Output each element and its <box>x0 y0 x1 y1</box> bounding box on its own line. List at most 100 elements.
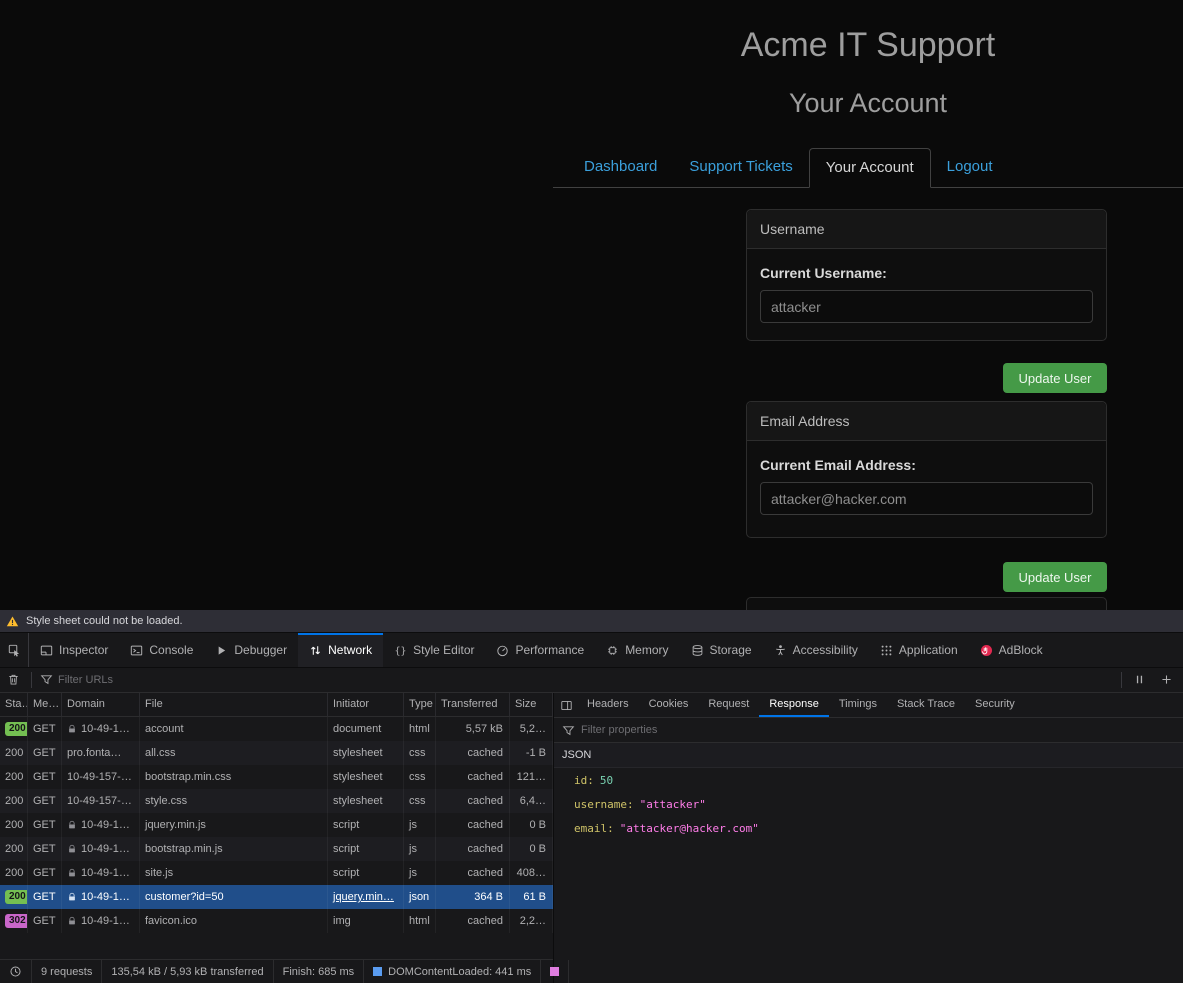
column-header-size[interactable]: Size <box>510 693 553 716</box>
site-tab-dashboard[interactable]: Dashboard <box>568 148 673 187</box>
domain-cell: 10-49-1… <box>62 909 140 933</box>
devtools-tab-application[interactable]: Application <box>869 633 969 667</box>
domain-text: 10-49-1… <box>81 915 130 927</box>
column-header-domain[interactable]: Domain <box>62 693 140 716</box>
screen: Acme IT Support Your Account Dashboard Su… <box>0 0 1183 983</box>
size-cell: 5,2… <box>510 717 553 741</box>
filter-urls-input[interactable]: Filter URLs <box>58 674 113 686</box>
devtools-tab-label: Memory <box>625 643 669 657</box>
username-input[interactable] <box>760 290 1093 323</box>
type-cell: html <box>404 717 436 741</box>
lock-icon <box>67 868 77 878</box>
console-icon <box>130 644 143 657</box>
site-tab-logout[interactable]: Logout <box>931 148 1009 187</box>
type-cell: css <box>404 741 436 765</box>
json-property: email: "attacker@hacker.com" <box>554 816 1183 840</box>
element-picker-button[interactable] <box>0 633 29 667</box>
initiator-text[interactable]: jquery.min… <box>333 891 394 903</box>
split-pane-icon[interactable] <box>560 699 573 712</box>
size-cell: 408… <box>510 861 553 885</box>
clear-requests-button[interactable] <box>0 673 27 686</box>
table-row[interactable]: 200 GET 10-49-1… account document html 5,57 kB… <box>0 717 553 741</box>
domain-cell: 10-49-1… <box>62 813 140 837</box>
memory-icon <box>606 644 619 657</box>
type-cell: html <box>404 909 436 933</box>
site-tab-your-account[interactable]: Your Account <box>808 148 931 188</box>
details-tab-response[interactable]: Response <box>759 693 829 717</box>
column-header-type[interactable]: Type <box>404 693 436 716</box>
column-header-me[interactable]: Me… <box>28 693 62 716</box>
json-value: "attacker@hacker.com" <box>619 821 759 835</box>
transferred-cell: cached <box>436 741 510 765</box>
table-row[interactable]: 200 GET 10-49-1… customer?id=50 jquery.min… j… <box>0 885 553 909</box>
devtools-tab-memory[interactable]: Memory <box>595 633 679 667</box>
details-tab-security[interactable]: Security <box>965 693 1025 717</box>
details-tab-cookies[interactable]: Cookies <box>639 693 699 717</box>
devtools-tab-label: AdBlock <box>998 643 1043 657</box>
svg-text:{}: {} <box>395 645 407 656</box>
devtools-tab-debugger[interactable]: Debugger <box>204 633 298 667</box>
table-row[interactable]: 302 GET 10-49-1… favicon.ico img html cached 2,… <box>0 909 553 933</box>
details-tab-timings[interactable]: Timings <box>829 693 887 717</box>
column-header-file[interactable]: File <box>140 693 328 716</box>
username-panel: Username Current Username: <box>746 209 1107 341</box>
column-header-initiator[interactable]: Initiator <box>328 693 404 716</box>
table-row[interactable]: 200 GET 10-49-157-… style.css stylesheet css c… <box>0 789 553 813</box>
transferred-cell: cached <box>436 837 510 861</box>
domain-cell: 10-49-157-… <box>62 765 140 789</box>
site-tab-support-tickets[interactable]: Support Tickets <box>673 148 808 187</box>
domain-text: 10-49-157-… <box>67 795 132 807</box>
domain-text: 10-49-1… <box>81 819 130 831</box>
json-section-header[interactable]: JSON <box>554 743 1183 768</box>
details-tab-headers[interactable]: Headers <box>577 693 639 717</box>
lock-icon <box>67 844 77 854</box>
size-cell: 2,2… <box>510 909 553 933</box>
table-row[interactable]: 200 GET 10-49-1… jquery.min.js script js cache… <box>0 813 553 837</box>
devtools-tab-storage[interactable]: Storage <box>680 633 763 667</box>
domain-cell: 10-49-1… <box>62 885 140 909</box>
update-username-button[interactable]: Update User <box>1003 363 1107 393</box>
new-request-button[interactable] <box>1153 673 1183 686</box>
domain-cell: 10-49-157-… <box>62 789 140 813</box>
column-header-transferred[interactable]: Transferred <box>436 693 510 716</box>
request-table-header: Sta…Me…DomainFileInitiatorTypeTransferre… <box>0 693 553 717</box>
json-properties: id: 50 username: "attacker" email: "attacker@… <box>554 768 1183 840</box>
table-row[interactable]: 200 GET 10-49-1… bootstrap.min.js script js ca… <box>0 837 553 861</box>
table-row[interactable]: 200 GET 10-49-157-… bootstrap.min.css styles… <box>0 765 553 789</box>
details-tab-stack-trace[interactable]: Stack Trace <box>887 693 965 717</box>
type-cell: js <box>404 861 436 885</box>
status-cell: 200 <box>0 885 28 909</box>
picker-icon <box>8 644 21 657</box>
devtools-tab-accessibility[interactable]: Accessibility <box>763 633 869 667</box>
devtools-tab-adblock[interactable]: AdBlock <box>969 633 1054 667</box>
email-input[interactable] <box>760 482 1093 515</box>
details-tabbar: Headers Cookies Request Response Timings Stac… <box>554 693 1183 718</box>
method-cell: GET <box>28 837 62 861</box>
details-tab-request[interactable]: Request <box>698 693 759 717</box>
request-table-body: 200 GET 10-49-1… account document html 5,57 kB… <box>0 717 553 960</box>
column-header-sta[interactable]: Sta… <box>0 693 28 716</box>
initiator-text: stylesheet <box>333 771 383 783</box>
devtools-tab-network[interactable]: Network <box>298 633 384 667</box>
domain-text: 10-49-157-… <box>67 771 132 783</box>
devtools-tab-style-editor[interactable]: {} Style Editor <box>383 633 485 667</box>
initiator-cell: jquery.min… <box>328 885 404 909</box>
style-editor-icon: {} <box>394 644 407 657</box>
json-value: 50 <box>599 773 614 787</box>
table-row[interactable]: 200 GET 10-49-1… site.js script js cached 408… <box>0 861 553 885</box>
devtools-tab-performance[interactable]: Performance <box>485 633 595 667</box>
devtools-tab-console[interactable]: Console <box>119 633 204 667</box>
filter-properties-input[interactable]: Filter properties <box>581 724 657 736</box>
status-cell: 200 <box>0 813 28 837</box>
update-email-button[interactable]: Update User <box>1003 562 1107 592</box>
status-bar-label: 135,54 kB / 5,93 kB transferred <box>111 965 264 978</box>
method-cell: GET <box>28 861 62 885</box>
method-cell: GET <box>28 789 62 813</box>
table-row[interactable]: 200 GET pro.fonta… all.css stylesheet css cach… <box>0 741 553 765</box>
json-property: id: 50 <box>554 768 1183 792</box>
devtools-tab-inspector[interactable]: Inspector <box>29 633 119 667</box>
json-property: username: "attacker" <box>554 792 1183 816</box>
pause-recording-button[interactable] <box>1126 673 1153 686</box>
domain-text: 10-49-1… <box>81 723 130 735</box>
status-badge: 302 <box>5 914 27 929</box>
